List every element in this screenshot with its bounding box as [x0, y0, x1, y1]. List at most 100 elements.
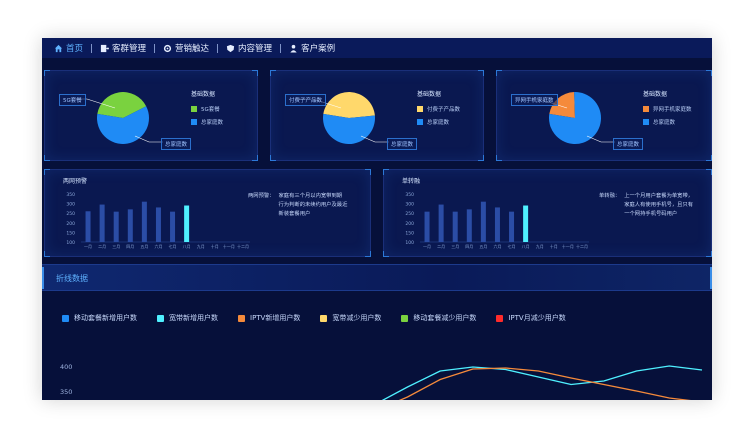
line-chart: [381, 365, 703, 400]
legend-swatch: [643, 119, 649, 125]
bar-7: [184, 205, 190, 242]
bar-5: [494, 207, 500, 242]
line-legend-label: IPTV月减少用户数: [508, 314, 566, 322]
line-legend-item[interactable]: 移动套餐新增用户数: [62, 313, 137, 323]
legend-swatch: [643, 106, 649, 112]
bar-xtick: 五月: [140, 244, 148, 249]
bar-ytick: 300: [405, 202, 414, 208]
pie-callout-left: 异网手机家庭数: [511, 94, 558, 106]
bar-xtick: 六月: [493, 243, 501, 249]
bar-ytick: 300: [66, 202, 75, 208]
bar-1: [99, 204, 105, 242]
nav-item-3[interactable]: 内容管理: [226, 42, 272, 54]
desc-label: 两网预警：: [248, 193, 275, 199]
line-legend-item[interactable]: IPTV新增用户数: [238, 313, 300, 323]
bar-panel-single-to-fusion: 单转融 350 300 250 200 150 100 一月 二月 三月 四月 五月 六月 七月 八月 九月十…: [383, 169, 712, 257]
line-legend-label: 移动套餐减少用户数: [413, 314, 477, 322]
nav-item-label: 客户案例: [301, 44, 336, 54]
pie-panel-3: 异网手机家庭数 总家庭数 基础数据 异网手机家庭数 总家庭数: [496, 70, 712, 161]
bar-2: [452, 211, 458, 242]
user-icon: [289, 44, 298, 53]
customer-group-icon: [100, 44, 110, 53]
section-left-accent: [42, 267, 44, 289]
line-section-header: 折线数据: [42, 264, 712, 291]
line-legend-item[interactable]: IPTV月减少用户数: [496, 313, 566, 323]
pie-legend-label: 总家庭数: [201, 120, 224, 126]
pie-chart: [521, 92, 615, 144]
pie-slice-1: [323, 113, 375, 144]
nav-separator: [154, 43, 156, 53]
bar-xtick: 八月: [183, 244, 191, 249]
pie-title: 基础数据: [417, 91, 442, 98]
top-nav: 首页 客群管理 营销触达 内容管理 客户案例: [42, 38, 712, 58]
bar-6: [170, 211, 176, 242]
bar-xtick: 二月: [437, 244, 445, 249]
pie-legend-label: 总家庭数: [653, 120, 676, 126]
bar-xtick: 七月: [169, 243, 177, 249]
pie-callout-left: 5G套餐: [59, 94, 86, 106]
nav-separator: [91, 43, 93, 53]
desc-line: 行为判断的未续约用户及最近: [278, 202, 348, 208]
section-right-accent: [710, 267, 712, 289]
nav-item-label: 内容管理: [238, 44, 273, 54]
desc-line: 新装套餐用户: [278, 211, 311, 217]
pie-legend-item: 总家庭数: [191, 118, 223, 126]
bar-4: [141, 201, 147, 242]
nav-item-0[interactable]: 首页: [54, 42, 83, 54]
bar-ytick: 200: [66, 221, 75, 227]
line-legend-label: 宽带减少用户数: [332, 314, 382, 322]
pie-legend-label: 总家庭数: [427, 120, 450, 126]
line-legend-swatch: [238, 314, 245, 322]
nav-item-label: 客群管理: [112, 44, 147, 54]
bar-xtick: 四月: [126, 244, 134, 249]
bar-xtick: 十月: [550, 243, 558, 249]
bar-xtick: 三月: [112, 244, 120, 249]
pie-legend-label: 5G套餐: [201, 107, 220, 113]
pie-title: 基础数据: [643, 91, 668, 98]
legend-swatch: [191, 119, 197, 125]
gear-icon: [163, 44, 172, 53]
pie-legend-item: 总家庭数: [643, 118, 675, 126]
bar-xtick: 五月: [479, 244, 487, 249]
bar-xtick: 十一月: [562, 243, 574, 249]
bar-xtick: 十二月: [576, 243, 588, 249]
bar-ytick: 100: [66, 240, 75, 246]
pie-legend-label: 付费子产品数: [427, 107, 461, 113]
line-legend-item[interactable]: 宽带减少用户数: [320, 313, 381, 323]
bar-xtick: 二月: [98, 244, 106, 249]
bar-xtick: 一月: [423, 244, 431, 249]
bar-3: [127, 209, 133, 242]
bar-panel-two-network: 两网预警 350 300 250 200 150 100 一月 二月 三月 四月 五月 六月 七月 八月 九月…: [44, 169, 371, 257]
legend-swatch: [417, 106, 423, 112]
pie-legend-item: 付费子产品数: [417, 105, 460, 113]
pie-callout-bottom: 总家庭数: [613, 138, 644, 150]
line-legend-item[interactable]: 宽带新增用户数: [157, 313, 218, 323]
bar-xtick: 三月: [451, 244, 459, 249]
desc-row: 两网预警： 家庭有三个月以内宽带到期 行为判断的未续约用户及最近 新装套餐用户: [248, 192, 347, 219]
legend-swatch: [417, 119, 423, 125]
pie-title: 基础数据: [191, 91, 216, 98]
line-legend-swatch: [320, 314, 328, 322]
pie-legend-label: 异网手机家庭数: [653, 107, 692, 113]
line-legend: 移动套餐新增用户数 宽带新增用户数 IPTV新增用户数 宽带减少用户数 移动套餐减少用户…: [62, 313, 566, 323]
line-legend-swatch: [401, 314, 409, 322]
line-legend-item[interactable]: 移动套餐减少用户数: [401, 313, 476, 323]
nav-item-4[interactable]: 客户案例: [289, 42, 335, 54]
bar-ytick: 250: [405, 211, 414, 217]
nav-item-2[interactable]: 营销触达: [163, 42, 209, 54]
desc-label: 单转融：: [599, 193, 621, 199]
bar-2: [113, 211, 119, 242]
line-legend-swatch: [496, 314, 504, 322]
bar-ytick: 250: [66, 211, 75, 217]
line-legend-label: IPTV新增用户数: [250, 314, 301, 322]
home-icon: [54, 44, 63, 53]
nav-item-label: 首页: [66, 44, 84, 54]
nav-item-1[interactable]: 客群管理: [100, 42, 146, 54]
panel-corner: [706, 169, 712, 175]
pie-panel-2: 付费子产品数 总家庭数 基础数据 付费子产品数 总家庭数: [270, 70, 484, 161]
desc-line: 家庭人有使用手机号，且只有: [624, 202, 694, 208]
line-legend-swatch: [157, 314, 164, 322]
bar-0: [85, 211, 91, 242]
bar-chart: 350 300 250 200 150 100 一月 二月 三月 四月 五月 六月 七月 八月 九月 十月 十一…: [66, 192, 250, 249]
desc-line: 上一个月用户套餐为单宽带，: [624, 193, 694, 199]
